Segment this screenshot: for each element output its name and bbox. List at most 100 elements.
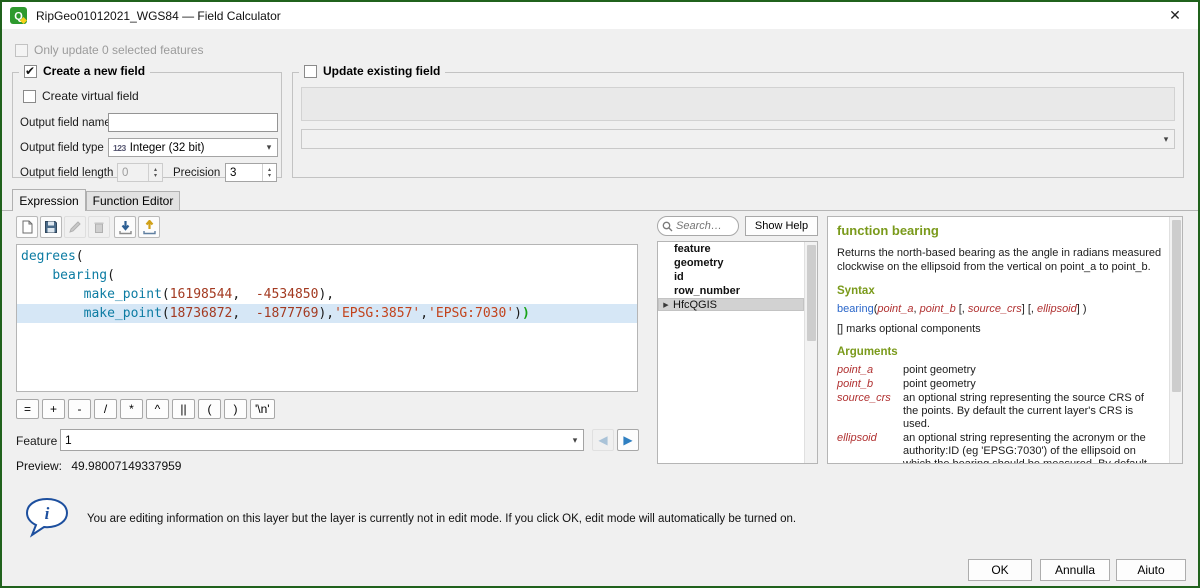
function-item[interactable]: id [658,270,804,284]
operator-button[interactable]: / [94,399,117,419]
argument-row: ellipsoidan optional string representing… [837,432,1162,464]
operator-button[interactable]: ) [224,399,247,419]
window-title: RipGeo01012021_WGS84 — Field Calculator [36,9,281,23]
precision-spin[interactable]: 3 ▴▾ [225,163,277,182]
scrollbar-thumb[interactable] [1172,220,1181,392]
new-expression-button[interactable] [16,216,38,238]
create-virtual-field-label: Create virtual field [42,89,139,103]
precision-label: Precision [173,167,220,179]
ok-button[interactable]: OK [968,559,1032,581]
function-item[interactable]: geometry [658,256,804,270]
feature-value: 1 [65,433,72,447]
edit-expression-button [64,216,86,238]
function-search-box[interactable] [657,216,739,236]
scrollbar-thumb[interactable] [807,245,816,341]
qgis-logo-icon: Q [10,7,27,24]
create-virtual-field-row: Create virtual field [23,89,139,103]
tab-expression[interactable]: Expression [12,189,86,211]
argument-row: source_crsan optional string representin… [837,392,1162,431]
function-tree-rows: featuregeometryidrow_number▶Aggregates▶A… [658,242,817,298]
function-group-item[interactable]: ▶HfcQGIS [658,298,804,312]
update-existing-field-checkbox[interactable] [304,65,317,78]
existing-field-panel [301,87,1175,121]
dropdown-arrow-icon: ▾ [567,435,583,446]
arguments-table: point_apoint geometrypoint_bpoint geomet… [837,364,1162,464]
output-field-name-input[interactable] [108,113,278,132]
operator-bar: =+-/*^||()'\n' [16,399,275,419]
operator-button[interactable]: = [16,399,39,419]
feature-combo[interactable]: 1 ▾ [60,429,584,451]
update-existing-field-group: Update existing field ▾ [292,72,1184,178]
create-new-field-checkbox[interactable] [24,65,37,78]
argument-row: point_apoint geometry [837,364,1162,377]
create-new-field-legend: Create a new field [19,64,150,78]
output-field-type-value: Integer (32 bit) [130,142,205,154]
operator-button[interactable]: * [120,399,143,419]
argument-description: point geometry [903,378,1162,391]
svg-text:i: i [45,504,50,523]
next-feature-button[interactable]: ▶ [617,429,639,451]
spinner-arrows-icon[interactable]: ▴▾ [262,164,276,181]
code-line: degrees( [17,247,637,266]
arrow-up-export-icon [142,220,157,235]
output-field-length-label: Output field length [20,167,113,179]
output-field-name-label: Output field name [20,117,111,129]
arrow-right-icon: ▶ [623,433,632,447]
pencil-icon [68,220,82,234]
tab-function-editor[interactable]: Function Editor [86,191,180,210]
argument-description: point geometry [903,364,1162,377]
field-calculator-dialog: Q RipGeo01012021_WGS84 — Field Calculato… [0,0,1200,588]
code-line: make_point(16198544, -4534850), [17,285,637,304]
tab-pane-border [2,210,1200,211]
function-search-input[interactable] [676,220,732,232]
expression-editor[interactable]: degrees( bearing( make_point(16198544, -… [16,244,638,392]
operator-button[interactable]: ^ [146,399,169,419]
show-help-button[interactable]: Show Help [745,216,818,236]
create-new-field-label: Create a new field [43,64,145,78]
only-update-selected-row: Only update 0 selected features [15,43,203,57]
operator-button[interactable]: ( [198,399,221,419]
existing-field-combo: ▾ [301,129,1175,149]
operator-button[interactable]: - [68,399,91,419]
close-button[interactable]: ✕ [1154,2,1196,29]
expand-arrow-icon[interactable]: ▶ [659,301,673,309]
feature-label: Feature [16,434,57,448]
update-existing-field-legend: Update existing field [299,64,445,78]
function-item-label: id [674,271,684,283]
cancel-button[interactable]: Annulla [1040,559,1110,581]
export-expression-button[interactable] [138,216,160,238]
function-tree[interactable]: featuregeometryidrow_number▶Aggregates▶A… [657,241,818,464]
trash-icon [92,220,106,234]
spinner-arrows-icon: ▴▾ [148,164,162,181]
only-update-selected-label: Only update 0 selected features [34,43,203,57]
function-item[interactable]: row_number [658,284,804,298]
help-title: function bearing [837,223,1162,238]
function-item[interactable]: feature [658,242,804,256]
help-scrollbar[interactable] [1169,217,1182,463]
argument-name: point_b [837,378,903,391]
precision-value: 3 [230,167,236,179]
function-tree-scrollbar[interactable] [804,242,817,463]
syntax-line: bearing(point_a, point_b [, source_crs] … [837,303,1162,315]
output-field-type-combo[interactable]: 123 Integer (32 bit) ▾ [108,138,278,157]
preview-value: 49.98007149337959 [71,459,181,473]
argument-description: an optional string representing the sour… [903,392,1162,431]
create-virtual-field-checkbox[interactable] [23,90,36,103]
save-expression-button[interactable] [40,216,62,238]
titlebar: Q RipGeo01012021_WGS84 — Field Calculato… [2,2,1198,29]
help-button[interactable]: Aiuto [1116,559,1186,581]
search-icon [662,221,673,232]
operator-button[interactable]: || [172,399,195,419]
dropdown-arrow-icon: ▾ [1158,134,1174,145]
delete-expression-button [88,216,110,238]
operator-button[interactable]: + [42,399,65,419]
output-field-length-value: 0 [122,167,128,179]
argument-description: an optional string representing the acro… [903,432,1162,464]
operator-button[interactable]: '\n' [250,399,275,419]
import-expression-button[interactable] [114,216,136,238]
output-field-length-spin: 0 ▴▾ [117,163,163,182]
field-type-123-icon: 123 [113,143,126,153]
function-item-label: row_number [674,285,740,297]
preview-label: Preview: [16,459,62,473]
code-line: make_point(18736872, -1877769),'EPSG:385… [17,304,637,323]
